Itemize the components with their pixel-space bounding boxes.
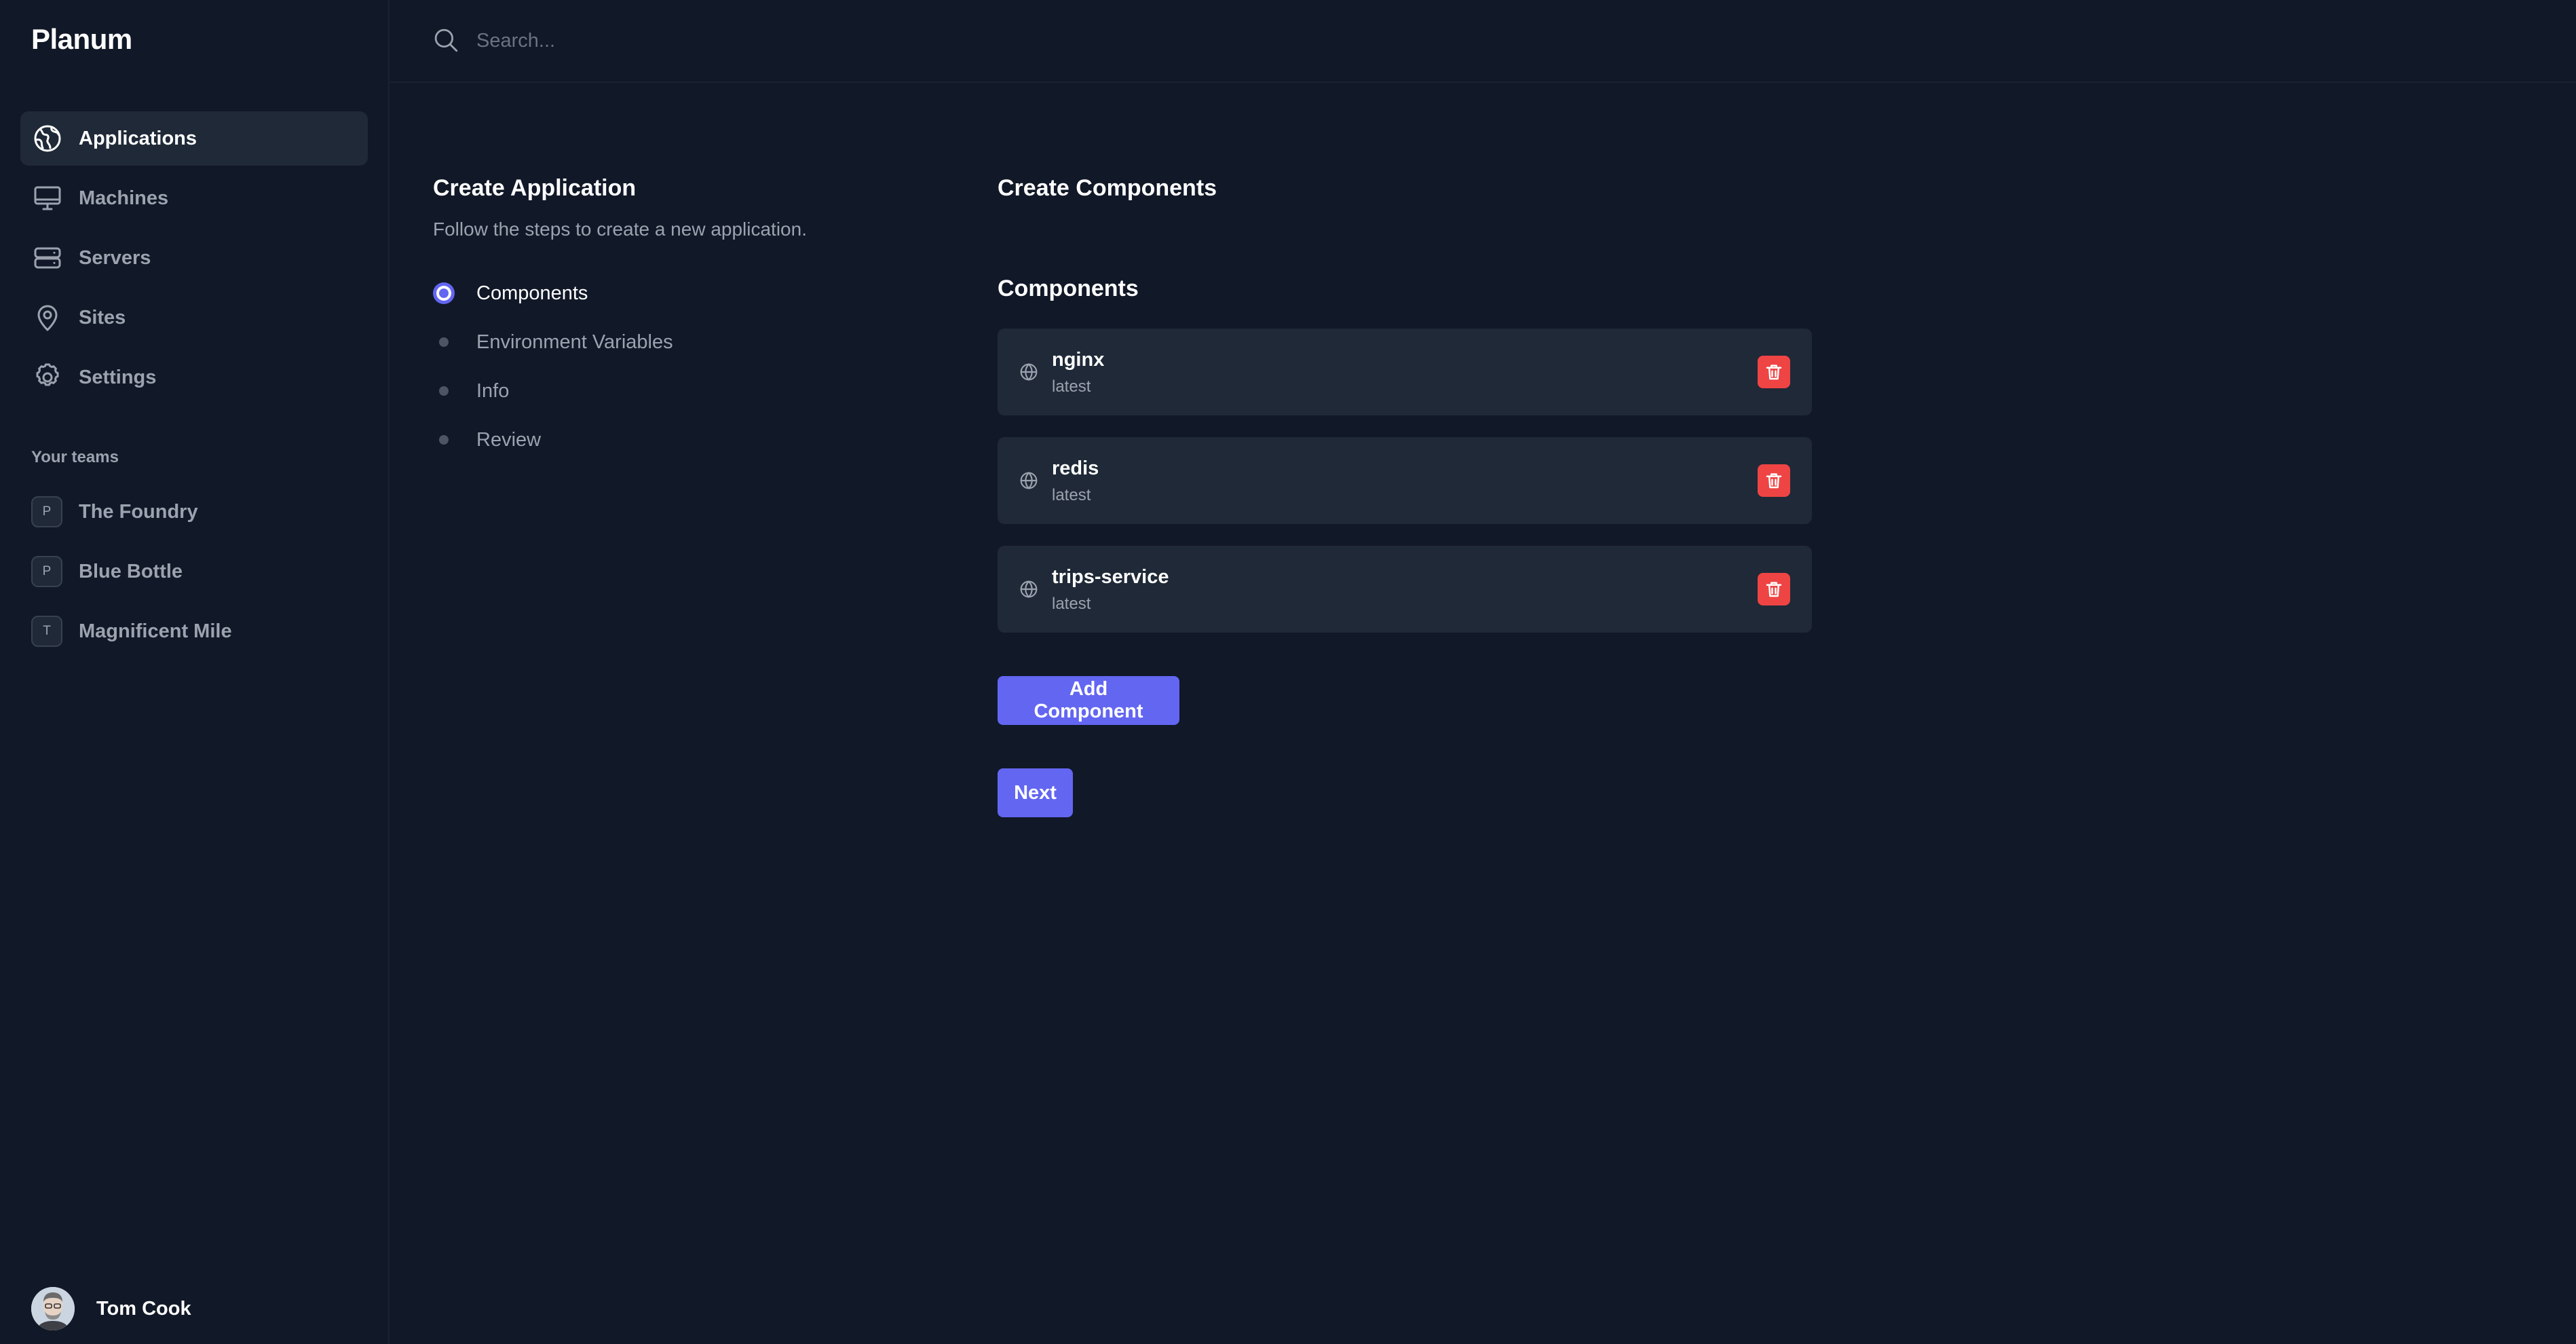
- search-icon: [432, 26, 460, 54]
- step-review[interactable]: Review: [433, 415, 673, 464]
- sidebar-item-settings[interactable]: Settings: [20, 350, 368, 405]
- step-label: Components: [476, 282, 588, 305]
- section-title: Create Components: [998, 175, 1217, 202]
- app-root: Planum Applications: [0, 0, 2576, 1344]
- step-label: Info: [476, 380, 509, 403]
- component-card: nginx latest: [998, 329, 1812, 415]
- team-item-blue-bottle[interactable]: P Blue Bottle: [20, 544, 368, 599]
- monitor-icon: [31, 182, 64, 214]
- steps-title: Create Application: [433, 175, 636, 202]
- team-name: Magnificent Mile: [79, 620, 232, 643]
- sidebar-item-label: Machines: [79, 187, 168, 210]
- component-card: redis latest: [998, 437, 1812, 524]
- search-input[interactable]: [475, 20, 1425, 61]
- component-name: nginx: [1052, 349, 1104, 371]
- step-label: Review: [476, 429, 541, 451]
- team-initial-badge: P: [31, 496, 62, 527]
- component-name: redis: [1052, 458, 1099, 480]
- sidebar-item-sites[interactable]: Sites: [20, 291, 368, 345]
- team-name: The Foundry: [79, 501, 198, 523]
- components-heading: Components: [998, 276, 1139, 302]
- globe-icon: [1018, 361, 1040, 383]
- avatar: [31, 1287, 75, 1330]
- components-list: nginx latest redis latest: [998, 329, 1812, 654]
- team-initial-badge: P: [31, 556, 62, 587]
- sidebar-item-applications[interactable]: Applications: [20, 111, 368, 166]
- gear-icon: [31, 361, 64, 394]
- delete-component-button[interactable]: [1758, 356, 1790, 388]
- trash-icon: [1764, 470, 1784, 491]
- component-tag: latest: [1052, 486, 1091, 505]
- sidebar-item-machines[interactable]: Machines: [20, 171, 368, 225]
- trash-icon: [1764, 362, 1784, 382]
- steps-subtitle: Follow the steps to create a new applica…: [433, 219, 807, 240]
- team-name: Blue Bottle: [79, 561, 183, 583]
- delete-component-button[interactable]: [1758, 464, 1790, 497]
- step-dot-icon: [433, 429, 455, 451]
- delete-component-button[interactable]: [1758, 573, 1790, 605]
- sidebar: Planum Applications: [0, 0, 390, 1344]
- globe-icon: [1018, 470, 1040, 491]
- top-search-bar: [391, 0, 2576, 83]
- current-step-indicator-icon: [433, 282, 455, 304]
- step-dot-icon: [433, 380, 455, 402]
- step-components[interactable]: Components: [433, 269, 673, 318]
- teams-heading: Your teams: [31, 448, 119, 467]
- sidebar-item-label: Servers: [79, 247, 151, 269]
- user-name: Tom Cook: [96, 1298, 191, 1320]
- server-icon: [31, 242, 64, 274]
- globe-icon: [31, 122, 64, 155]
- globe-icon: [1018, 578, 1040, 600]
- steps-list: Components Environment Variables Info Re…: [433, 269, 673, 464]
- team-item-magnificent-mile[interactable]: T Magnificent Mile: [20, 604, 368, 658]
- map-pin-icon: [31, 301, 64, 334]
- user-profile[interactable]: Tom Cook: [31, 1287, 191, 1330]
- team-item-the-foundry[interactable]: P The Foundry: [20, 485, 368, 539]
- sidebar-nav: Applications Machines: [20, 111, 368, 410]
- sidebar-item-label: Settings: [79, 367, 156, 389]
- trash-icon: [1764, 579, 1784, 599]
- component-name: trips-service: [1052, 566, 1169, 589]
- component-tag: latest: [1052, 595, 1091, 614]
- team-initial-badge: T: [31, 616, 62, 647]
- sidebar-item-label: Applications: [79, 128, 197, 150]
- next-button[interactable]: Next: [998, 768, 1073, 817]
- step-info[interactable]: Info: [433, 367, 673, 415]
- step-dot-icon: [433, 331, 455, 353]
- add-component-button[interactable]: Add Component: [998, 676, 1179, 725]
- sidebar-item-label: Sites: [79, 307, 126, 329]
- step-label: Environment Variables: [476, 331, 673, 354]
- component-card: trips-service latest: [998, 546, 1812, 633]
- component-tag: latest: [1052, 377, 1091, 396]
- sidebar-item-servers[interactable]: Servers: [20, 231, 368, 285]
- brand-logo[interactable]: Planum: [31, 23, 132, 56]
- teams-list: P The Foundry P Blue Bottle T Magnificen…: [20, 485, 368, 664]
- step-environment-variables[interactable]: Environment Variables: [433, 318, 673, 367]
